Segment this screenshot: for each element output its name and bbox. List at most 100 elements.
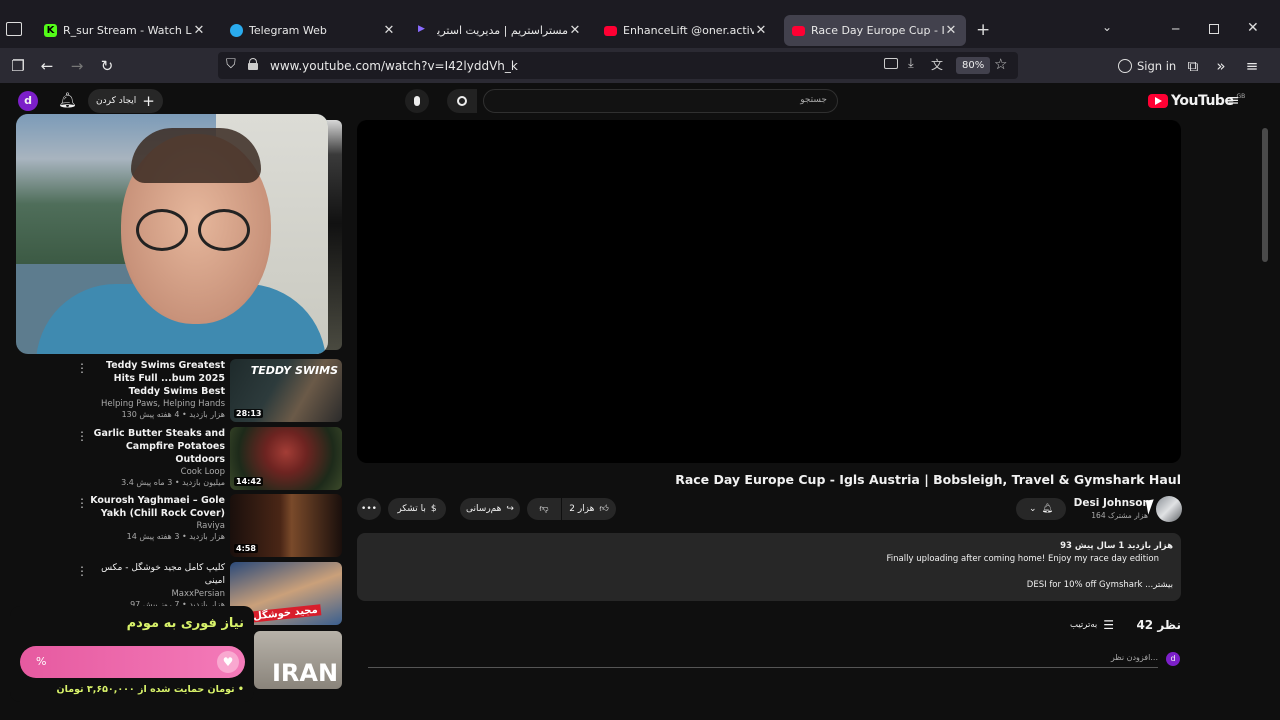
close-icon[interactable]: ✕	[944, 23, 958, 38]
channel-name[interactable]: Raviya	[90, 521, 225, 531]
video-title[interactable]: Kourosh Yaghmaei – Gole Yakh (Chill Rock…	[90, 494, 225, 520]
account-button[interactable]: Sign in	[1118, 52, 1176, 79]
list-item[interactable]: TEDDY SWIMS 28:13 Teddy Swims Greatest H…	[76, 359, 342, 423]
close-icon[interactable]: ✕	[192, 23, 206, 38]
youtube-favicon-icon	[792, 25, 805, 36]
close-window-button[interactable]: ✕	[1247, 20, 1259, 36]
description-stats: 93 هزار بازدید 1 سال پیش	[1060, 541, 1173, 551]
restore-button[interactable]	[1209, 24, 1219, 34]
video-player[interactable]	[357, 120, 1181, 463]
forward-button[interactable]: →	[66, 55, 88, 77]
more-vert-icon[interactable]: ⋮	[76, 361, 88, 375]
comment-count: 42 نظر	[1136, 618, 1181, 632]
heart-icon: ♥	[217, 651, 239, 673]
reload-button[interactable]: ↻	[96, 55, 118, 77]
subscribe-bell-button[interactable]: ⌄ 🔔︎	[1016, 498, 1066, 520]
like-button[interactable]: 2 هزار 👍︎	[562, 498, 616, 520]
video-title[interactable]: کلیپ کامل مجید خوشگل - مکس امینی	[90, 562, 225, 588]
video-meta: کلیپ کامل مجید خوشگل - مکس امینی MaxxPer…	[90, 562, 225, 609]
person-hair	[131, 128, 261, 183]
video-meta: Teddy Swims Greatest Hits Full ...bum 20…	[90, 359, 225, 419]
voice-search-button[interactable]	[405, 89, 429, 113]
video-thumbnail[interactable]: 4:58	[230, 494, 342, 557]
video-title[interactable]: Teddy Swims Greatest Hits Full ...bum 20…	[90, 359, 225, 398]
tab-title: مستراستریم | مدیریت استریم ها	[437, 24, 568, 37]
close-icon[interactable]: ✕	[382, 23, 396, 38]
more-vert-icon[interactable]: ⋮	[76, 564, 88, 578]
lock-icon[interactable]	[248, 58, 258, 70]
channel-name[interactable]: Desi Johnson	[1060, 497, 1150, 509]
notifications-bell-icon[interactable]: 🔔︎	[58, 91, 77, 109]
new-tab-button[interactable]: +	[976, 20, 990, 40]
thumbs-up-icon: 👍︎	[599, 504, 609, 514]
subscriber-count: 164 هزار مشترک	[1091, 511, 1148, 520]
progress-label: %	[36, 655, 47, 668]
sort-lines-icon: ☰	[1103, 618, 1115, 632]
close-icon[interactable]: ✕	[754, 23, 768, 38]
sort-comments-button[interactable]: به‌ترتیب ☰	[1070, 618, 1114, 632]
thumbnail-text: TEDDY SWIMS	[250, 364, 338, 377]
menu-icon[interactable]: ≡	[1241, 55, 1263, 77]
tab-streammanager[interactable]: ▶ مستراستریم | مدیریت استریم ها ✕	[410, 15, 590, 46]
view-stats: 3.4 میلیون بازدید • 3 ماه پیش	[121, 478, 225, 487]
tab-overview-icon[interactable]	[6, 22, 22, 36]
dislike-button[interactable]: 👎︎	[527, 498, 561, 520]
bookmark-star-icon[interactable]: ☆	[994, 55, 1007, 73]
channel-name[interactable]: Helping Paws, Helping Hands	[90, 399, 225, 409]
thanks-button[interactable]: با تشکر $	[388, 498, 446, 520]
tab-bar: K R_sur Stream - Watch Live on K ✕ Teleg…	[0, 0, 1280, 48]
page-scrollbar[interactable]	[1262, 128, 1268, 262]
extensions-icon[interactable]: ⧉	[1182, 55, 1204, 77]
tab-race-day[interactable]: Race Day Europe Cup - Igls Aus ✕	[784, 15, 966, 46]
video-thumbnail[interactable]: IRAN	[254, 631, 342, 689]
comment-input-underline	[368, 667, 1158, 668]
tab-telegram[interactable]: Telegram Web ✕	[222, 15, 404, 46]
translate-icon[interactable]: 文	[931, 56, 943, 73]
webcam-overlay	[16, 114, 328, 354]
video-meta: Garlic Butter Steaks and Campfire Potato…	[90, 427, 225, 487]
navigation-bar: ❐ ← → ↻ ⛉ www.youtube.com/watch?v=I42lyd…	[0, 48, 1280, 83]
tab-enhancelift[interactable]: EnhanceLift @oner.active - BF S ✕	[596, 15, 776, 46]
search-button[interactable]	[447, 89, 477, 113]
url-bar[interactable]: ⛉ www.youtube.com/watch?v=I42lyddVh_k ⤓ …	[218, 52, 1018, 79]
share-button[interactable]: هم‌رسانی ↪	[460, 498, 520, 520]
search-input[interactable]: جستجو	[483, 89, 838, 113]
list-item[interactable]: 4:58 Kourosh Yaghmaei – Gole Yakh (Chill…	[76, 494, 342, 558]
video-thumbnail[interactable]: 14:42	[230, 427, 342, 490]
mouse-cursor-icon	[1145, 499, 1157, 515]
channel-name[interactable]: MaxxPersian	[90, 589, 225, 599]
avatar[interactable]: d	[18, 91, 38, 111]
donation-ad[interactable]: نیاز فوری به مودم % ♥ • تومان حمایت شده …	[10, 606, 254, 702]
search-icon	[457, 96, 467, 106]
guide-menu-icon[interactable]: ≡	[1227, 91, 1240, 109]
close-icon[interactable]: ✕	[568, 23, 582, 38]
back-button[interactable]: ←	[36, 55, 58, 77]
donation-progress-bar[interactable]: % ♥	[20, 646, 245, 678]
more-vert-icon[interactable]: ⋮	[76, 496, 88, 510]
channel-name[interactable]: Cook Loop	[90, 467, 225, 477]
kick-favicon-icon: K	[44, 24, 57, 37]
list-item[interactable]: 14:42 Garlic Butter Steaks and Campfire …	[76, 427, 342, 491]
zoom-level[interactable]: 80%	[956, 57, 991, 74]
url-text[interactable]: www.youtube.com/watch?v=I42lyddVh_k	[270, 59, 518, 73]
sidebar-toggle-icon[interactable]: ❐	[7, 55, 29, 77]
download-icon[interactable]: ⤓	[908, 56, 914, 71]
tab-title: R_sur Stream - Watch Live on K	[63, 24, 192, 37]
create-button[interactable]: ایجاد کردن +	[88, 89, 163, 113]
more-dots-icon: •••	[361, 504, 377, 514]
shield-icon[interactable]: ⛉	[226, 57, 236, 72]
sign-in-label: Sign in	[1137, 58, 1177, 73]
picture-in-picture-icon[interactable]	[884, 58, 898, 69]
list-tabs-icon[interactable]: ⌄	[1102, 20, 1112, 34]
tab-kick[interactable]: K R_sur Stream - Watch Live on K ✕	[36, 15, 214, 46]
minimize-button[interactable]: ─	[1172, 22, 1179, 36]
more-vert-icon[interactable]: ⋮	[76, 429, 88, 443]
add-comment-input[interactable]: افزودن نظر...	[900, 653, 1158, 662]
video-thumbnail[interactable]: TEDDY SWIMS 28:13	[230, 359, 342, 422]
video-title[interactable]: Garlic Butter Steaks and Campfire Potato…	[90, 427, 225, 466]
more-tools-icon[interactable]: »	[1210, 55, 1232, 77]
description-box[interactable]: 93 هزار بازدید 1 سال پیش Finally uploadi…	[357, 533, 1181, 601]
youtube-play-icon	[1148, 94, 1168, 108]
channel-avatar[interactable]	[1156, 496, 1182, 522]
more-actions-button[interactable]: •••	[357, 498, 381, 520]
